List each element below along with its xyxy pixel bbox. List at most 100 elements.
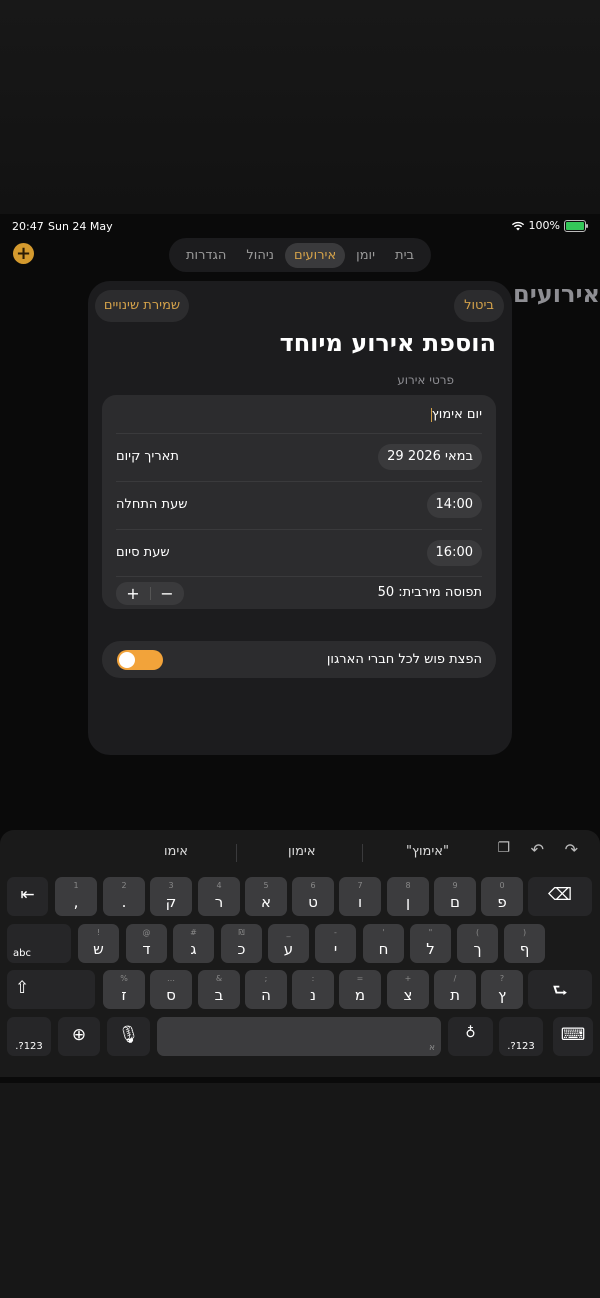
ipad-screen: 20:47 Sun 24 May 100% + בית יומן אירועים… [0,214,600,1083]
space-key[interactable]: א [157,1017,441,1056]
shift-key[interactable]: ⇧ [7,970,95,1009]
key[interactable]: ? ץ [481,970,523,1009]
tab-settings[interactable]: הגדרות [177,243,235,268]
date-label: תאריך קיום [116,449,179,464]
redo-icon[interactable]: ↷ [565,840,578,859]
capacity-row: תפוסה מירבית: 50 + − [116,576,482,609]
lightbulb-icon: ♁ [465,1025,476,1041]
end-time-label: שעת סיום [116,545,170,560]
tab-calendar[interactable]: יומן [347,243,384,268]
key[interactable]: :נ [292,970,334,1009]
tab-bar: בית יומן אירועים ניהול הגדרות [169,238,431,272]
undo-icon[interactable]: ↶ [531,840,544,859]
top-blank-area [0,0,600,214]
battery-percent: 100% [528,219,560,232]
suggestion-1[interactable]: "אימוץ" [406,844,449,859]
shift-icon: ⇧ [15,978,30,998]
suggestion-3[interactable]: אימו [164,844,188,859]
decrement-button[interactable]: − [150,582,184,605]
start-time-picker[interactable]: 14:00 [426,492,482,518]
tab-home[interactable]: בית [386,243,423,268]
backspace-key[interactable]: ⌫ [528,877,592,916]
key[interactable]: ) ף [504,924,545,963]
numbers-key-left[interactable]: .?123 [7,1017,51,1056]
key[interactable]: (ך [457,924,498,963]
end-time-row: 16:00 שעת סיום [116,529,482,577]
key[interactable]: ; ה [245,970,287,1009]
push-toggle[interactable] [117,650,163,670]
key[interactable]: -י [315,924,356,963]
key[interactable]: ! ש [78,924,119,963]
save-button[interactable]: שמירת שינויים [95,290,189,322]
key[interactable]: 2. [103,877,145,916]
key[interactable]: = מ [339,970,381,1009]
lightbulb-key[interactable]: ♁ [448,1017,493,1056]
key[interactable]: & ב [198,970,240,1009]
date-row: 29 במאי 2026 תאריך קיום [116,433,482,482]
add-icon[interactable]: + [13,243,34,264]
tab-events[interactable]: אירועים [284,242,346,268]
paste-icon[interactable]: ❐ [497,840,510,856]
return-key[interactable]: ⮑ [528,970,592,1009]
cancel-button[interactable]: ביטול [454,290,504,322]
abc-key[interactable]: abc [7,924,71,963]
section-label: פרטי אירוע [397,373,454,387]
key[interactable]: @ ד [126,924,167,963]
status-bar: 20:47 Sun 24 May 100% [0,214,600,238]
end-time-picker[interactable]: 16:00 [426,540,482,566]
event-name-value: יום אימוץ [431,407,482,422]
tab-icon: ⇤ [20,885,35,905]
tab-management[interactable]: ניהול [237,243,283,268]
capacity-stepper[interactable]: + − [116,582,184,605]
return-icon: ⮑ [552,981,568,1001]
tab-key[interactable]: ⇤ [7,877,48,916]
key[interactable]: # ג [173,924,214,963]
globe-key[interactable]: ⊕ [58,1017,100,1056]
background-page-title: אירועים [513,280,600,308]
bottom-blank-area [0,1083,600,1298]
push-label: הפצת פוש לכל חברי הארגון [326,652,482,667]
key[interactable]: % ז [103,970,145,1009]
event-details-card: יום אימוץ 29 במאי 2026 תאריך קיום 14:00 … [102,395,496,609]
modal-title: הוספת אירוע מיוחד [279,329,496,357]
key[interactable]: _ ע [268,924,309,963]
wifi-icon [511,221,524,230]
event-name-row[interactable]: יום אימוץ [116,395,482,434]
key[interactable]: 6ט [292,877,334,916]
microphone-icon: 🎙︎ [117,1025,140,1045]
start-time-row: 14:00 שעת התחלה [116,481,482,530]
globe-icon: ⊕ [71,1025,87,1045]
keyboard: ↷ ↶ ❐ "אימוץ" אימון אימו ⌫ 0פ 9ם 8ן 7ו 6… [0,830,600,1077]
key[interactable]: 4ר [198,877,240,916]
key[interactable]: 8ן [387,877,429,916]
key[interactable]: ₪ כ [221,924,262,963]
key[interactable]: 3ק [150,877,192,916]
battery-icon [564,219,588,232]
suggestion-divider [236,844,237,862]
event-name-field[interactable]: יום אימוץ [430,407,482,422]
numbers-key-right[interactable]: .?123 [499,1017,543,1056]
dictation-key[interactable]: 🎙︎ [107,1017,150,1056]
key[interactable]: + צ [387,970,429,1009]
add-event-modal: שמירת שינויים ביטול הוספת אירוע מיוחד פר… [88,281,512,755]
key[interactable]: ' ח [363,924,404,963]
key[interactable]: 1, [55,877,97,916]
hide-keyboard-key[interactable]: ⌨ [553,1017,593,1056]
key[interactable]: 0פ [481,877,523,916]
key[interactable]: 9ם [434,877,476,916]
key[interactable]: " ל [410,924,451,963]
key[interactable]: 7ו [339,877,381,916]
key[interactable]: 5א [245,877,287,916]
capacity-label: תפוסה מירבית: 50 [377,585,482,600]
status-date: Sun 24 May [48,220,113,233]
date-picker[interactable]: 29 במאי 2026 [378,444,482,470]
increment-button[interactable]: + [116,582,150,605]
key[interactable]: … ס [150,970,192,1009]
status-time: 20:47 [12,220,44,233]
key[interactable]: / ת [434,970,476,1009]
suggestion-2[interactable]: אימון [288,844,316,859]
status-right: 100% [511,219,588,232]
suggestion-divider [362,844,363,862]
keyboard-icon: ⌨ [560,1025,586,1045]
push-notification-card: הפצת פוש לכל חברי הארגון [102,641,496,678]
